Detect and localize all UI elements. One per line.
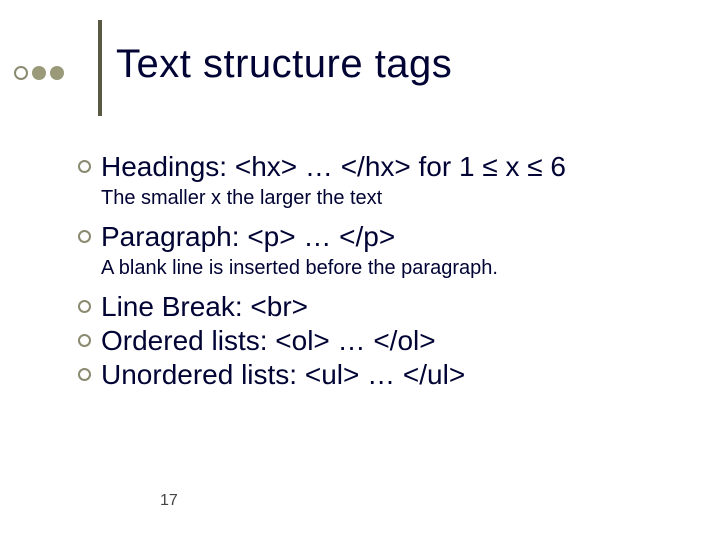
list-item: Paragraph: <p> … </p> [78, 220, 690, 254]
divider-line [98, 20, 102, 116]
list-item: Line Break: <br> [78, 290, 690, 324]
decor-dots [14, 66, 64, 80]
list-item: Headings: <hx> … </hx> for 1 ≤ x ≤ 6 [78, 150, 690, 184]
slide-title: Text structure tags [116, 42, 452, 86]
bullet-icon [78, 230, 91, 243]
dot-icon [14, 66, 28, 80]
slide-body: Headings: <hx> … </hx> for 1 ≤ x ≤ 6 The… [78, 150, 690, 392]
bullet-icon [78, 368, 91, 381]
bullet-icon [78, 160, 91, 173]
dot-icon [50, 66, 64, 80]
list-item: Unordered lists: <ul> … </ul> [78, 358, 690, 392]
item-subtext: The smaller x the larger the text [101, 184, 690, 212]
list-item: Ordered lists: <ol> … </ol> [78, 324, 690, 358]
item-text: Ordered lists: <ol> … </ol> [101, 324, 436, 358]
item-text: Headings: <hx> … </hx> for 1 ≤ x ≤ 6 [101, 150, 566, 184]
bullet-icon [78, 300, 91, 313]
item-text: Paragraph: <p> … </p> [101, 220, 395, 254]
dot-icon [32, 66, 46, 80]
bullet-icon [78, 334, 91, 347]
item-text: Unordered lists: <ul> … </ul> [101, 358, 465, 392]
slide: Text structure tags Headings: <hx> … </h… [0, 0, 720, 540]
item-subtext: A blank line is inserted before the para… [101, 254, 690, 282]
item-text: Line Break: <br> [101, 290, 308, 324]
page-number: 17 [160, 492, 178, 510]
